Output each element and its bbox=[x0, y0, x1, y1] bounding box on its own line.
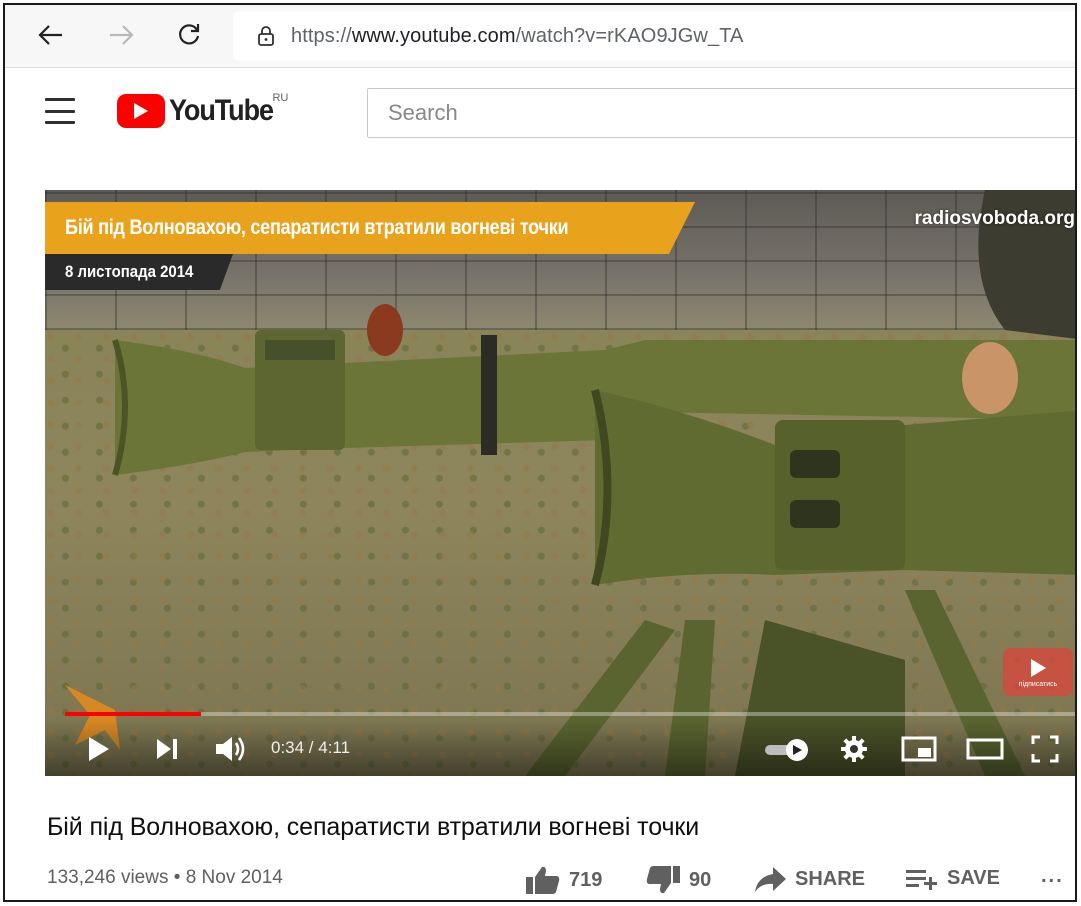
more-label: ... bbox=[1041, 865, 1064, 887]
fullscreen-icon[interactable] bbox=[1029, 734, 1061, 764]
reload-icon[interactable] bbox=[171, 17, 207, 53]
progress-bar[interactable] bbox=[65, 712, 1075, 716]
url-host: www.youtube.com bbox=[351, 24, 516, 47]
more-icon[interactable]: ... bbox=[1041, 865, 1064, 888]
video-player[interactable]: Бій під Волновахою, сепаратисти втратили… bbox=[45, 190, 1075, 776]
upload-date: 8 Nov 2014 bbox=[185, 867, 283, 888]
share-icon bbox=[755, 867, 786, 892]
share-label: SHARE bbox=[795, 867, 866, 890]
subscribe-play-icon bbox=[1031, 658, 1046, 677]
url-text: https://www.youtube.com/watch?v=rKAO9JGw… bbox=[291, 25, 743, 48]
search-box[interactable] bbox=[367, 88, 1075, 138]
subscribe-badge-label: підписатись bbox=[1018, 680, 1058, 688]
region-label: RU bbox=[272, 92, 289, 104]
menu-icon[interactable] bbox=[45, 98, 75, 124]
like-count: 719 bbox=[569, 868, 603, 891]
forward-arrow-icon[interactable] bbox=[103, 17, 139, 53]
meta-separator: • bbox=[173, 867, 181, 888]
channel-watermark: radiosvoboda.org bbox=[914, 208, 1075, 229]
play-icon[interactable] bbox=[85, 734, 113, 764]
thumbs-up-icon bbox=[526, 866, 560, 894]
overlay-title: Бій під Волновахою, сепаратисти втратили… bbox=[65, 216, 569, 239]
back-arrow-icon[interactable] bbox=[33, 17, 69, 53]
settings-gear-icon[interactable] bbox=[839, 734, 869, 764]
like-button[interactable]: 719 bbox=[525, 865, 602, 895]
url-scheme: https:// bbox=[291, 24, 352, 47]
save-button[interactable]: SAVE bbox=[905, 865, 1000, 891]
dislike-button[interactable]: 90 bbox=[645, 865, 711, 895]
player-controls: 0:34 / 4:11 bbox=[45, 720, 1075, 776]
youtube-logo-icon bbox=[117, 94, 165, 128]
volume-icon[interactable] bbox=[213, 734, 249, 764]
lock-icon[interactable] bbox=[257, 25, 275, 47]
progress-played bbox=[65, 712, 202, 716]
search-input[interactable] bbox=[386, 99, 1035, 127]
address-bar[interactable]: https://www.youtube.com/watch?v=rKAO9JGw… bbox=[233, 11, 1075, 61]
youtube-header: YouTube RU bbox=[5, 68, 1075, 156]
share-button[interactable]: SHARE bbox=[753, 865, 865, 893]
screenshot-frame: https://www.youtube.com/watch?v=rKAO9JGw… bbox=[3, 3, 1077, 902]
next-icon[interactable] bbox=[153, 736, 181, 762]
video-meta: 133,246 views • 8 Nov 2014 bbox=[47, 867, 283, 889]
video-title: Бій під Волноваxою, сепаратисти втратили… bbox=[47, 813, 700, 841]
dislike-count: 90 bbox=[689, 868, 712, 891]
miniplayer-icon[interactable] bbox=[901, 734, 937, 764]
url-path: /watch?v=rKAO9JGw_TA bbox=[515, 24, 744, 47]
autoplay-toggle-icon[interactable] bbox=[763, 738, 811, 762]
save-playlist-icon bbox=[906, 870, 937, 890]
logo-text: YouTube bbox=[169, 94, 274, 127]
subscribe-watermark-button[interactable]: підписатись bbox=[1003, 648, 1073, 696]
theater-mode-icon[interactable] bbox=[965, 734, 1005, 764]
time-readout: 0:34 / 4:11 bbox=[271, 738, 351, 757]
overlay-date: 8 листопада 2014 bbox=[65, 262, 194, 281]
browser-toolbar: https://www.youtube.com/watch?v=rKAO9JGw… bbox=[5, 5, 1075, 68]
view-count: 133,246 views bbox=[47, 867, 169, 888]
overlay-title-banner: Бій під Волновахою, сепаратисти втратили… bbox=[45, 202, 695, 254]
overlay-date-banner: 8 листопада 2014 bbox=[45, 254, 233, 290]
thumbs-down-icon bbox=[646, 866, 680, 894]
save-label: SAVE bbox=[947, 866, 1000, 889]
youtube-logo[interactable]: YouTube RU bbox=[117, 92, 289, 128]
